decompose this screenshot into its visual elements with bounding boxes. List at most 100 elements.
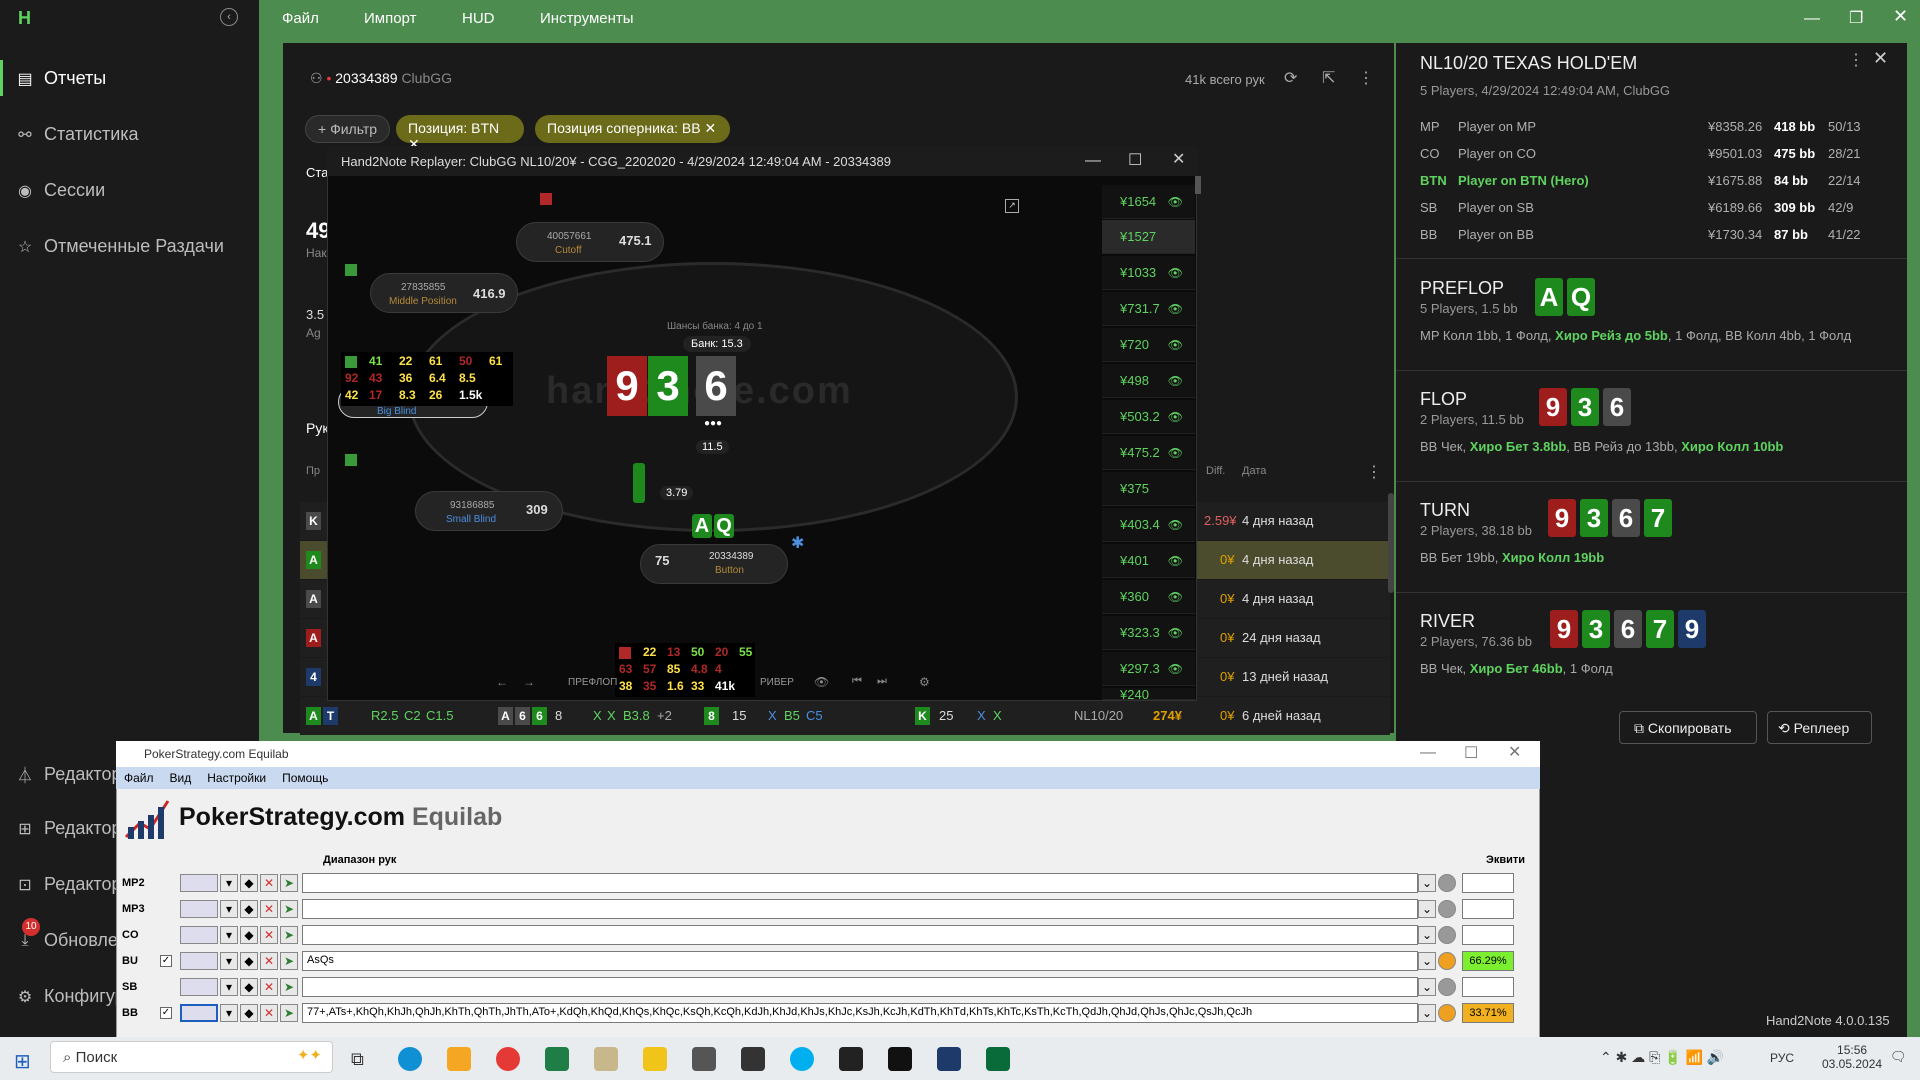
edge-icon[interactable] bbox=[398, 1047, 422, 1071]
eq-menu-settings[interactable]: Настройки bbox=[207, 771, 266, 785]
clear-icon[interactable]: ✕ bbox=[260, 874, 278, 892]
sidebar-item-marked[interactable]: ☆ Отмеченные Раздачи bbox=[16, 236, 224, 257]
columns-menu-icon[interactable]: ⋮ bbox=[1366, 462, 1382, 482]
hand2note-icon[interactable] bbox=[888, 1047, 912, 1071]
range-input[interactable] bbox=[302, 899, 1418, 919]
range-matrix-button[interactable] bbox=[180, 926, 218, 944]
close-button[interactable]: ✕ bbox=[1893, 6, 1908, 27]
hand-list-item[interactable]: ¥401 👁 bbox=[1102, 544, 1195, 578]
river-button[interactable]: РИВЕР bbox=[760, 677, 794, 688]
hud-bigblind[interactable]: 41 22 61 50 61 92 43 36 6.4 8.5 42 17 8.3 26 1.5k bbox=[341, 352, 513, 406]
add-filter-button[interactable]: + Фильтр bbox=[305, 115, 391, 143]
player-id[interactable]: 20334389 bbox=[335, 70, 397, 86]
hand-list-item[interactable]: ¥1527 bbox=[1102, 220, 1195, 254]
equilab-minimize[interactable]: — bbox=[1420, 744, 1436, 762]
cards-icon[interactable]: ◆ bbox=[240, 874, 258, 892]
clear-icon[interactable]: ✕ bbox=[260, 978, 278, 996]
sidebar-item-editor[interactable]: ⊡ Редактор bbox=[16, 874, 121, 895]
clear-icon[interactable]: ✕ bbox=[260, 952, 278, 970]
clock[interactable]: 15:56 03.05.2024 bbox=[1822, 1043, 1882, 1071]
sidebar-item-config[interactable]: ⚙ Конфигур bbox=[16, 986, 125, 1007]
dropdown-icon[interactable]: ⌄ bbox=[1418, 978, 1436, 996]
sidebar-item-layout-editor[interactable]: ⊞ Редактор bbox=[16, 818, 121, 839]
cards-icon[interactable]: ◆ bbox=[240, 900, 258, 918]
clear-icon[interactable]: ✕ bbox=[260, 900, 278, 918]
apply-icon[interactable]: ➤ bbox=[280, 874, 298, 892]
calculator-icon[interactable] bbox=[692, 1047, 716, 1071]
skype-icon[interactable] bbox=[790, 1047, 814, 1071]
filter-chip-position[interactable]: Позиция: BTN ✕ bbox=[396, 115, 524, 152]
view-icon[interactable]: 👁 bbox=[814, 675, 829, 689]
forward-icon[interactable]: → bbox=[523, 675, 535, 689]
replayer-maximize[interactable]: ☐ bbox=[1128, 150, 1142, 170]
hand-list-item[interactable]: ¥403.4 👁 bbox=[1102, 508, 1195, 542]
filter-chip-opponent[interactable]: Позиция соперника: BB ✕ bbox=[535, 115, 730, 143]
cards-icon[interactable]: ◆ bbox=[240, 1004, 258, 1022]
enable-checkbox[interactable]: ✓ bbox=[160, 1007, 172, 1019]
restore-button[interactable]: ❐ bbox=[1849, 8, 1863, 28]
hand-list-item[interactable]: ¥240 bbox=[1102, 688, 1195, 700]
apply-icon[interactable]: ➤ bbox=[280, 1004, 298, 1022]
tab-stats[interactable]: Ста bbox=[306, 165, 328, 180]
minimize-button[interactable]: — bbox=[1804, 10, 1820, 28]
equilab-close[interactable]: ✕ bbox=[1508, 742, 1521, 762]
apply-icon[interactable]: ➤ bbox=[280, 900, 298, 918]
hand-list-item[interactable]: ¥1033 👁 bbox=[1102, 256, 1195, 290]
cards-icon[interactable]: ◆ bbox=[240, 952, 258, 970]
eq-menu-view[interactable]: Вид bbox=[170, 771, 192, 785]
replayer-button[interactable]: ⟲ Реплеер bbox=[1767, 711, 1872, 744]
col-diff[interactable]: Diff. bbox=[1206, 465, 1225, 477]
range-matrix-button[interactable] bbox=[180, 900, 218, 918]
hand-list-item[interactable]: ¥323.3 👁 bbox=[1102, 616, 1195, 650]
tray-icons[interactable]: ⌃ ✱ ☁ ⎘ 🔋 📶 🔊 bbox=[1600, 1049, 1724, 1066]
deck-icon[interactable]: ▾ bbox=[220, 952, 238, 970]
more-icon[interactable]: ⋮ bbox=[1358, 68, 1374, 88]
clear-icon[interactable]: ✕ bbox=[260, 926, 278, 944]
range-input[interactable]: AsQs bbox=[302, 951, 1418, 971]
expand-icon[interactable]: ↗ bbox=[1005, 199, 1019, 213]
cards-icon[interactable]: ◆ bbox=[240, 978, 258, 996]
range-input[interactable] bbox=[302, 873, 1418, 893]
equilab-maximize[interactable]: ☐ bbox=[1464, 743, 1478, 763]
col-header[interactable]: Пр bbox=[306, 465, 320, 477]
hand-list-item[interactable]: ¥297.3 👁 bbox=[1102, 652, 1195, 686]
app-icon[interactable] bbox=[594, 1047, 618, 1071]
equilab-icon[interactable] bbox=[937, 1047, 961, 1071]
sidebar-item-stats[interactable]: ⚯ Статистика bbox=[16, 124, 138, 145]
menu-tools[interactable]: Инструменты bbox=[540, 10, 634, 27]
close-icon[interactable]: ✕ bbox=[1873, 48, 1888, 69]
dropdown-icon[interactable]: ⌄ bbox=[1418, 952, 1436, 970]
copy-button[interactable]: ⧉ Скопировать bbox=[1619, 711, 1757, 744]
seat-button-hero[interactable]: 75 20334389 Button bbox=[640, 544, 788, 584]
hand-list-item[interactable]: ¥731.7 👁 bbox=[1102, 292, 1195, 326]
seat-cutoff[interactable]: 40057661 Cutoff 475.1 bbox=[516, 222, 664, 262]
hand-list-item[interactable]: ¥375 bbox=[1102, 472, 1195, 506]
remove-chip-icon[interactable]: ✕ bbox=[704, 120, 716, 136]
range-matrix-button[interactable] bbox=[180, 952, 218, 970]
tab-hands[interactable]: Рук bbox=[306, 420, 328, 436]
hand-list-item[interactable]: ¥360 👁 bbox=[1102, 580, 1195, 614]
scrollbar[interactable] bbox=[1388, 493, 1394, 593]
task-view-icon[interactable]: ⧉ bbox=[351, 1049, 364, 1070]
dropdown-icon[interactable]: ⌄ bbox=[1418, 926, 1436, 944]
sidebar-item-filter-editor[interactable]: ⏃ Редактор bbox=[16, 762, 122, 786]
eq-menu-help[interactable]: Помощь bbox=[282, 771, 328, 785]
sidebar-item-reports[interactable]: ▤ Отчеты bbox=[16, 68, 106, 89]
taskbar-search[interactable]: ⌕ Поиск ✦✦ bbox=[50, 1041, 333, 1073]
skip-forward-icon[interactable]: ⏭ bbox=[877, 675, 887, 688]
excel-icon[interactable] bbox=[545, 1047, 569, 1071]
apply-icon[interactable]: ➤ bbox=[280, 926, 298, 944]
seat-small-blind[interactable]: 93186885 Small Blind 309 bbox=[415, 491, 563, 531]
hand-list-item[interactable]: ¥498 👁 bbox=[1102, 364, 1195, 398]
range-input[interactable] bbox=[302, 925, 1418, 945]
range-matrix-button[interactable] bbox=[180, 978, 218, 996]
settings-icon[interactable]: ⚙ bbox=[919, 675, 930, 689]
menu-file[interactable]: Файл bbox=[282, 10, 319, 27]
collapse-icon[interactable]: ‹ bbox=[220, 8, 238, 26]
preflop-button[interactable]: ПРЕФЛОП bbox=[568, 677, 617, 688]
language-indicator[interactable]: РУС bbox=[1770, 1051, 1794, 1065]
export-icon[interactable]: ⇱ bbox=[1322, 68, 1335, 88]
sidebar-item-sessions[interactable]: ◉ Сессии bbox=[16, 180, 105, 201]
apply-icon[interactable]: ➤ bbox=[280, 952, 298, 970]
table-row[interactable]: AT R2.5 C2 C1.5 A66 8 X X B3.8 +2 8 15 X… bbox=[300, 697, 1390, 735]
